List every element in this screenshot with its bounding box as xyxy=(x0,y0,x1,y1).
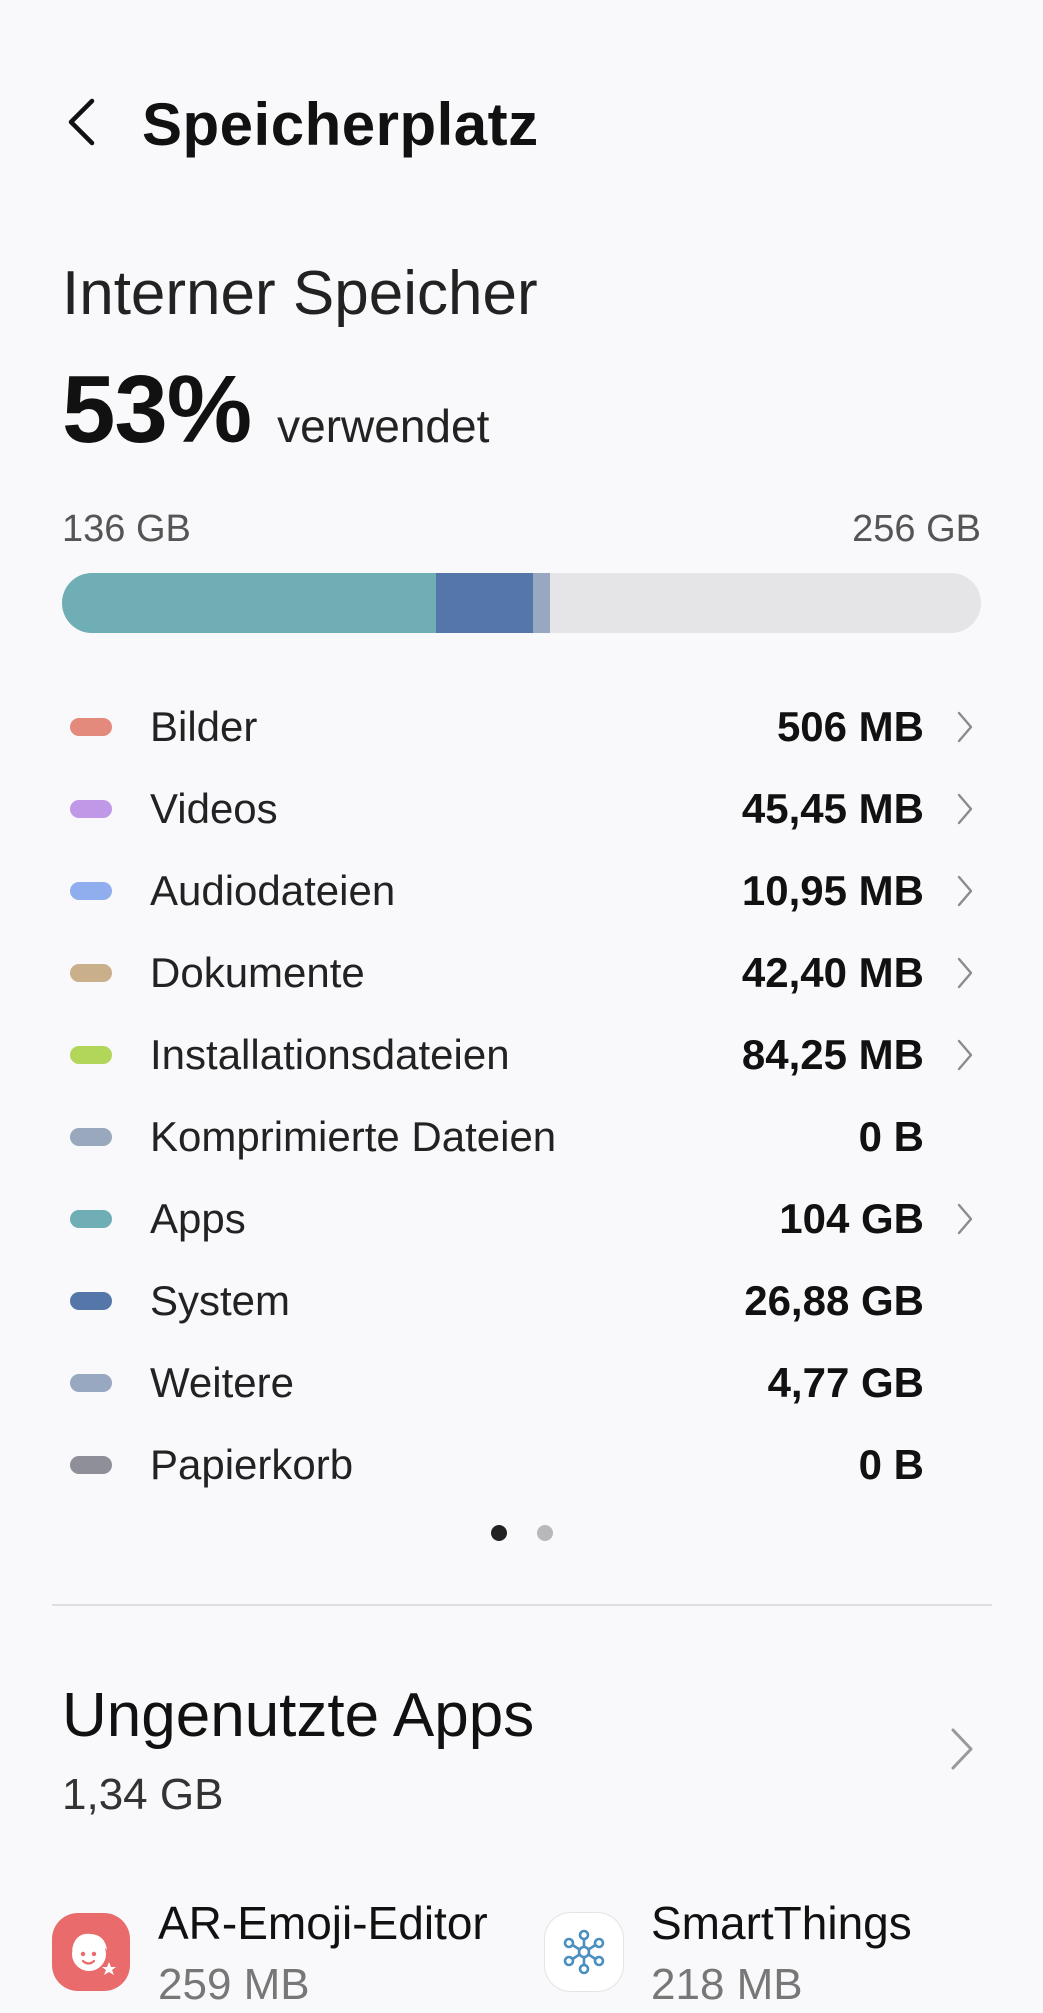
chevron-right-icon xyxy=(953,1199,977,1239)
category-label: Papierkorb xyxy=(150,1441,354,1488)
total-capacity: 256 GB xyxy=(852,508,981,550)
category-value: 104 GB xyxy=(779,1195,924,1242)
category-value: 506 MB xyxy=(776,703,924,750)
smartthings-icon xyxy=(545,1913,623,1991)
page-indicator xyxy=(0,1525,1043,1541)
unused-apps-size: 1,34 GB xyxy=(62,1770,224,1819)
category-row-bilder[interactable]: Bilder 506 MB xyxy=(0,686,1043,768)
category-label: Komprimierte Dateien xyxy=(150,1113,557,1160)
chevron-right-icon xyxy=(953,1035,977,1075)
category-color-dot xyxy=(70,800,112,818)
chevron-right-icon xyxy=(953,707,977,747)
category-row-system: System 26,88 GB xyxy=(0,1260,1043,1342)
bar-segment-system xyxy=(436,573,533,633)
category-color-dot xyxy=(70,882,112,900)
ar-emoji-icon xyxy=(52,1913,130,1991)
category-color-dot xyxy=(70,1456,112,1474)
category-value: 42,40 MB xyxy=(741,949,924,996)
app-size: 218 MB xyxy=(651,1960,803,2009)
page-dot[interactable] xyxy=(490,1525,507,1541)
category-value: 10,95 MB xyxy=(741,867,924,914)
category-value: 0 B xyxy=(858,1113,924,1160)
category-color-dot xyxy=(70,1374,112,1392)
category-label: Videos xyxy=(150,785,278,832)
usage-summary: 53% verwendet xyxy=(62,355,489,465)
section-divider xyxy=(52,1604,992,1606)
category-row-videos[interactable]: Videos 45,45 MB xyxy=(0,768,1043,850)
bar-segment-apps xyxy=(62,573,437,633)
chevron-left-icon xyxy=(68,98,95,146)
category-label: Dokumente xyxy=(150,949,365,996)
usage-percent: 53% xyxy=(62,356,252,463)
storage-usage-bar xyxy=(62,573,981,633)
category-color-dot xyxy=(70,1128,112,1146)
category-list: Bilder 506 MB Videos 45,45 MB Audiodateien 10… xyxy=(0,686,1043,1506)
category-color-dot xyxy=(70,1046,112,1064)
category-color-dot xyxy=(70,1292,112,1310)
category-value: 0 B xyxy=(858,1441,924,1488)
category-label: Installationsdateien xyxy=(150,1031,510,1078)
category-color-dot xyxy=(70,1210,112,1228)
usage-label: verwendet xyxy=(277,400,490,452)
category-row-weitere: Weitere 4,77 GB xyxy=(0,1342,1043,1424)
internal-storage-title: Interner Speicher xyxy=(62,259,538,328)
category-color-dot xyxy=(70,718,112,736)
unused-app-tile[interactable]: SmartThings 218 MB xyxy=(545,1895,912,2013)
page-title: Speicherplatz xyxy=(142,91,539,158)
used-capacity: 136 GB xyxy=(62,508,191,550)
app-name: AR-Emoji-Editor xyxy=(158,1897,488,1949)
category-row-komprimierte-dateien: Komprimierte Dateien 0 B xyxy=(0,1096,1043,1178)
category-label: System xyxy=(150,1277,291,1324)
unused-apps-chevron[interactable] xyxy=(947,1724,977,1774)
page-dot[interactable] xyxy=(536,1525,553,1541)
app-header: Speicherplatz xyxy=(0,0,1043,240)
category-value: 4,77 GB xyxy=(767,1359,924,1406)
chevron-right-icon xyxy=(953,789,977,829)
chevron-right-icon xyxy=(953,871,977,911)
category-row-papierkorb: Papierkorb 0 B xyxy=(0,1424,1043,1506)
category-row-apps[interactable]: Apps 104 GB xyxy=(0,1178,1043,1260)
bar-segment-weitere xyxy=(532,573,550,633)
app-size: 259 MB xyxy=(158,1960,310,2009)
back-button[interactable] xyxy=(56,92,106,152)
category-value: 45,45 MB xyxy=(741,785,924,832)
chevron-right-icon xyxy=(951,1728,973,1770)
unused-app-tile[interactable]: AR-Emoji-Editor 259 MB xyxy=(52,1895,488,2013)
category-row-audiodateien[interactable]: Audiodateien 10,95 MB xyxy=(0,850,1043,932)
category-value: 84,25 MB xyxy=(741,1031,924,1078)
category-color-dot xyxy=(70,964,112,982)
unused-apps-title[interactable]: Ungenutzte Apps xyxy=(62,1680,534,1751)
category-label: Apps xyxy=(150,1195,246,1242)
category-label: Bilder xyxy=(150,703,258,750)
category-value: 26,88 GB xyxy=(744,1277,924,1324)
category-row-dokumente[interactable]: Dokumente 42,40 MB xyxy=(0,932,1043,1014)
category-label: Audiodateien xyxy=(150,867,396,914)
app-name: SmartThings xyxy=(651,1897,912,1949)
category-label: Weitere xyxy=(150,1359,294,1406)
category-row-installationsdateien[interactable]: Installationsdateien 84,25 MB xyxy=(0,1014,1043,1096)
chevron-right-icon xyxy=(953,953,977,993)
